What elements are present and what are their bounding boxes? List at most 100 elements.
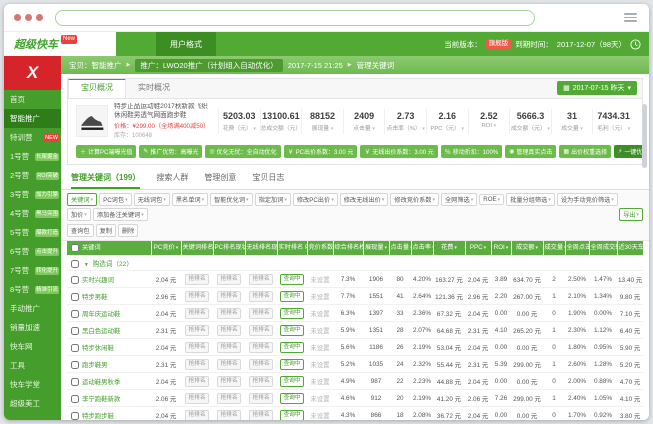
setting-pill-button[interactable]: ＋ 计算PC端曝光值	[76, 145, 136, 158]
sidebar-item[interactable]: 快车网	[4, 337, 61, 356]
action-button[interactable]: 复制	[96, 224, 116, 237]
action-button[interactable]: 查询包	[67, 224, 94, 237]
filter-button[interactable]: 批量分组筛选▾	[506, 193, 555, 206]
stat[interactable]: 5666.3 成交额（元） ▾	[509, 109, 551, 134]
sidebar-item[interactable]: 1号营 长尾掘金	[4, 147, 61, 166]
setting-pill-button[interactable]: ￥ 无线出价系数：3.00 元	[360, 145, 437, 158]
setting-pill-button[interactable]: ▦ 出价权重选择	[559, 145, 611, 158]
sidebar-item[interactable]: 7号营 转化提升	[4, 261, 61, 280]
sort-icon[interactable]: ▾	[176, 245, 179, 251]
date-picker-button[interactable]: ▦ 2017-07-15 昨天 ▾	[557, 81, 637, 95]
row-checkbox[interactable]	[71, 344, 79, 352]
main-tab[interactable]: 管理关键词（199）	[71, 168, 140, 189]
keyword-link[interactable]: 特步男鞋	[82, 294, 108, 301]
group-label[interactable]: 购选词（22）	[93, 261, 133, 268]
query-realtime-button[interactable]: 查询中	[280, 410, 303, 420]
filter-button[interactable]: 添加备注关键词▾	[93, 208, 148, 221]
column-header[interactable]: 点击率▾	[411, 241, 433, 255]
stat[interactable]: 7434.31 毛利（元） ▾	[592, 109, 634, 134]
setting-pill-button[interactable]: ◉ 管理真实点击	[505, 145, 556, 158]
user-format-tab[interactable]: 用户格式	[156, 32, 216, 56]
breadcrumb-product[interactable]: 宝贝：智能推广	[69, 60, 122, 71]
filter-button[interactable]: 无线词包▾	[134, 193, 170, 206]
sidebar-item[interactable]: 智能推广	[4, 109, 61, 128]
filter-button[interactable]: 全网筛选▾	[441, 193, 477, 206]
sidebar-item[interactable]: 超级美工	[4, 394, 61, 413]
column-header[interactable]: PC竞价▾	[151, 241, 181, 255]
query-realtime-button[interactable]: 查询中	[280, 308, 303, 319]
query-realtime-button[interactable]: 查询中	[280, 291, 303, 302]
column-header[interactable]: 全周点击率▾	[565, 241, 589, 255]
sidebar-item[interactable]: 3号营 加力引擎	[4, 185, 61, 204]
scrollbar-thumb[interactable]	[642, 104, 647, 168]
sort-icon[interactable]: ▾	[484, 245, 487, 251]
stat[interactable]: 88152 展现量 ▾	[301, 109, 343, 134]
query-realtime-button[interactable]: 查询中	[280, 393, 303, 404]
column-header[interactable]: 全周成交转化率▾	[589, 241, 617, 255]
filter-button[interactable]: 修改无线出价▾	[340, 193, 389, 206]
query-realtime-button[interactable]: 查询中	[280, 376, 303, 387]
sidebar-item[interactable]: 6号营 点击提升	[4, 242, 61, 261]
column-header[interactable]: 成交额▾	[511, 241, 543, 255]
sidebar-item[interactable]: 工具	[4, 356, 61, 375]
collapse-icon[interactable]: ▼	[84, 262, 89, 268]
sidebar-item[interactable]: 快车学堂	[4, 375, 61, 394]
sidebar-item[interactable]: 销量加速	[4, 318, 61, 337]
sidebar-item[interactable]: 手动推广	[4, 299, 61, 318]
stat[interactable]: 5203.03 花费（元） ▾	[218, 109, 260, 134]
row-checkbox[interactable]	[71, 412, 79, 420]
menu-icon[interactable]	[622, 11, 639, 24]
row-checkbox[interactable]	[71, 310, 79, 318]
setting-pill-button[interactable]: ✎ 推广优势：高曝光	[139, 145, 202, 158]
product-title[interactable]: 特步正品运动鞋2017秋新款飞织休闲鞋男透气网面跑步鞋	[114, 103, 212, 120]
keyword-link[interactable]: 运动鞋男秋季	[82, 379, 120, 386]
setting-pill-button[interactable]: ◎ 优化无忧：全自动优化	[205, 145, 280, 158]
sidebar-item[interactable]: 特训营 NEW	[4, 128, 61, 147]
row-checkbox[interactable]	[71, 378, 79, 386]
row-checkbox[interactable]	[71, 293, 79, 301]
main-tab[interactable]: 管理创意	[204, 168, 236, 189]
keyword-link[interactable]: 李宁跑鞋新款	[82, 396, 120, 403]
query-realtime-button[interactable]: 查询中	[280, 342, 303, 353]
sidebar-item[interactable]: 8号营 精准引流	[4, 280, 61, 299]
filter-button[interactable]: 智能优化词▾	[210, 193, 252, 206]
sidebar-item[interactable]: 首页	[4, 90, 61, 109]
breadcrumb-campaign[interactable]: 推广：LWO20推广（计划组入自动优化）	[135, 59, 282, 72]
keyword-link[interactable]: 特步跑步鞋	[82, 413, 114, 420]
column-header[interactable]: 近30天车费▾	[617, 241, 643, 255]
clock-icon[interactable]	[630, 39, 641, 50]
stat[interactable]: 13100.61 总成交额（元） ▾	[260, 109, 302, 134]
overview-tab[interactable]: 实时概况	[126, 78, 182, 98]
row-checkbox[interactable]	[71, 327, 79, 335]
sidebar-item[interactable]: 4号营 黑马突围	[4, 204, 61, 223]
stat[interactable]: 2.73 点击率（%） ▾	[384, 109, 426, 134]
column-header[interactable]: 花费▾	[433, 241, 465, 255]
filter-button[interactable]: 加价▾	[67, 208, 91, 221]
overview-tab[interactable]: 宝贝概况	[68, 78, 126, 98]
filter-button[interactable]: 修改PC出价▾	[293, 193, 338, 206]
filter-button[interactable]: 修改竞价系数▾	[390, 193, 439, 206]
url-bar[interactable]	[55, 10, 535, 26]
keyword-link[interactable]: 特步休闲鞋	[82, 345, 114, 352]
sort-icon[interactable]: ▾	[454, 245, 457, 251]
column-header[interactable]: 成交量▾	[543, 241, 565, 255]
filter-button[interactable]: 指定加词▾	[255, 193, 291, 206]
stat[interactable]: 31 成交量 ▾	[551, 109, 593, 134]
action-button[interactable]: 删除	[118, 224, 138, 237]
keyword-link[interactable]: 跑步鞋男	[82, 362, 108, 369]
filter-button[interactable]: 设为手动竞价筛选▾	[557, 193, 618, 206]
export-button[interactable]: 导出▾	[619, 208, 643, 221]
filter-button[interactable]: ROE▾	[479, 194, 504, 205]
select-all-checkbox[interactable]	[71, 244, 79, 252]
sort-icon[interactable]: ▾	[506, 245, 509, 251]
row-checkbox[interactable]	[71, 276, 79, 284]
stat[interactable]: 2.52 ROI ▾	[468, 109, 510, 134]
column-header[interactable]: ROI▾	[491, 241, 511, 255]
filter-button[interactable]: 黑名单词▾	[172, 193, 208, 206]
keyword-link[interactable]: 实时兴趣词	[82, 277, 114, 284]
sort-icon[interactable]: ▾	[536, 245, 539, 251]
row-checkbox[interactable]	[71, 361, 79, 369]
sort-icon[interactable]: ▾	[385, 245, 388, 251]
main-tab[interactable]: 宝贝日志	[252, 168, 284, 189]
column-header[interactable]: 展现量▾	[363, 241, 389, 255]
